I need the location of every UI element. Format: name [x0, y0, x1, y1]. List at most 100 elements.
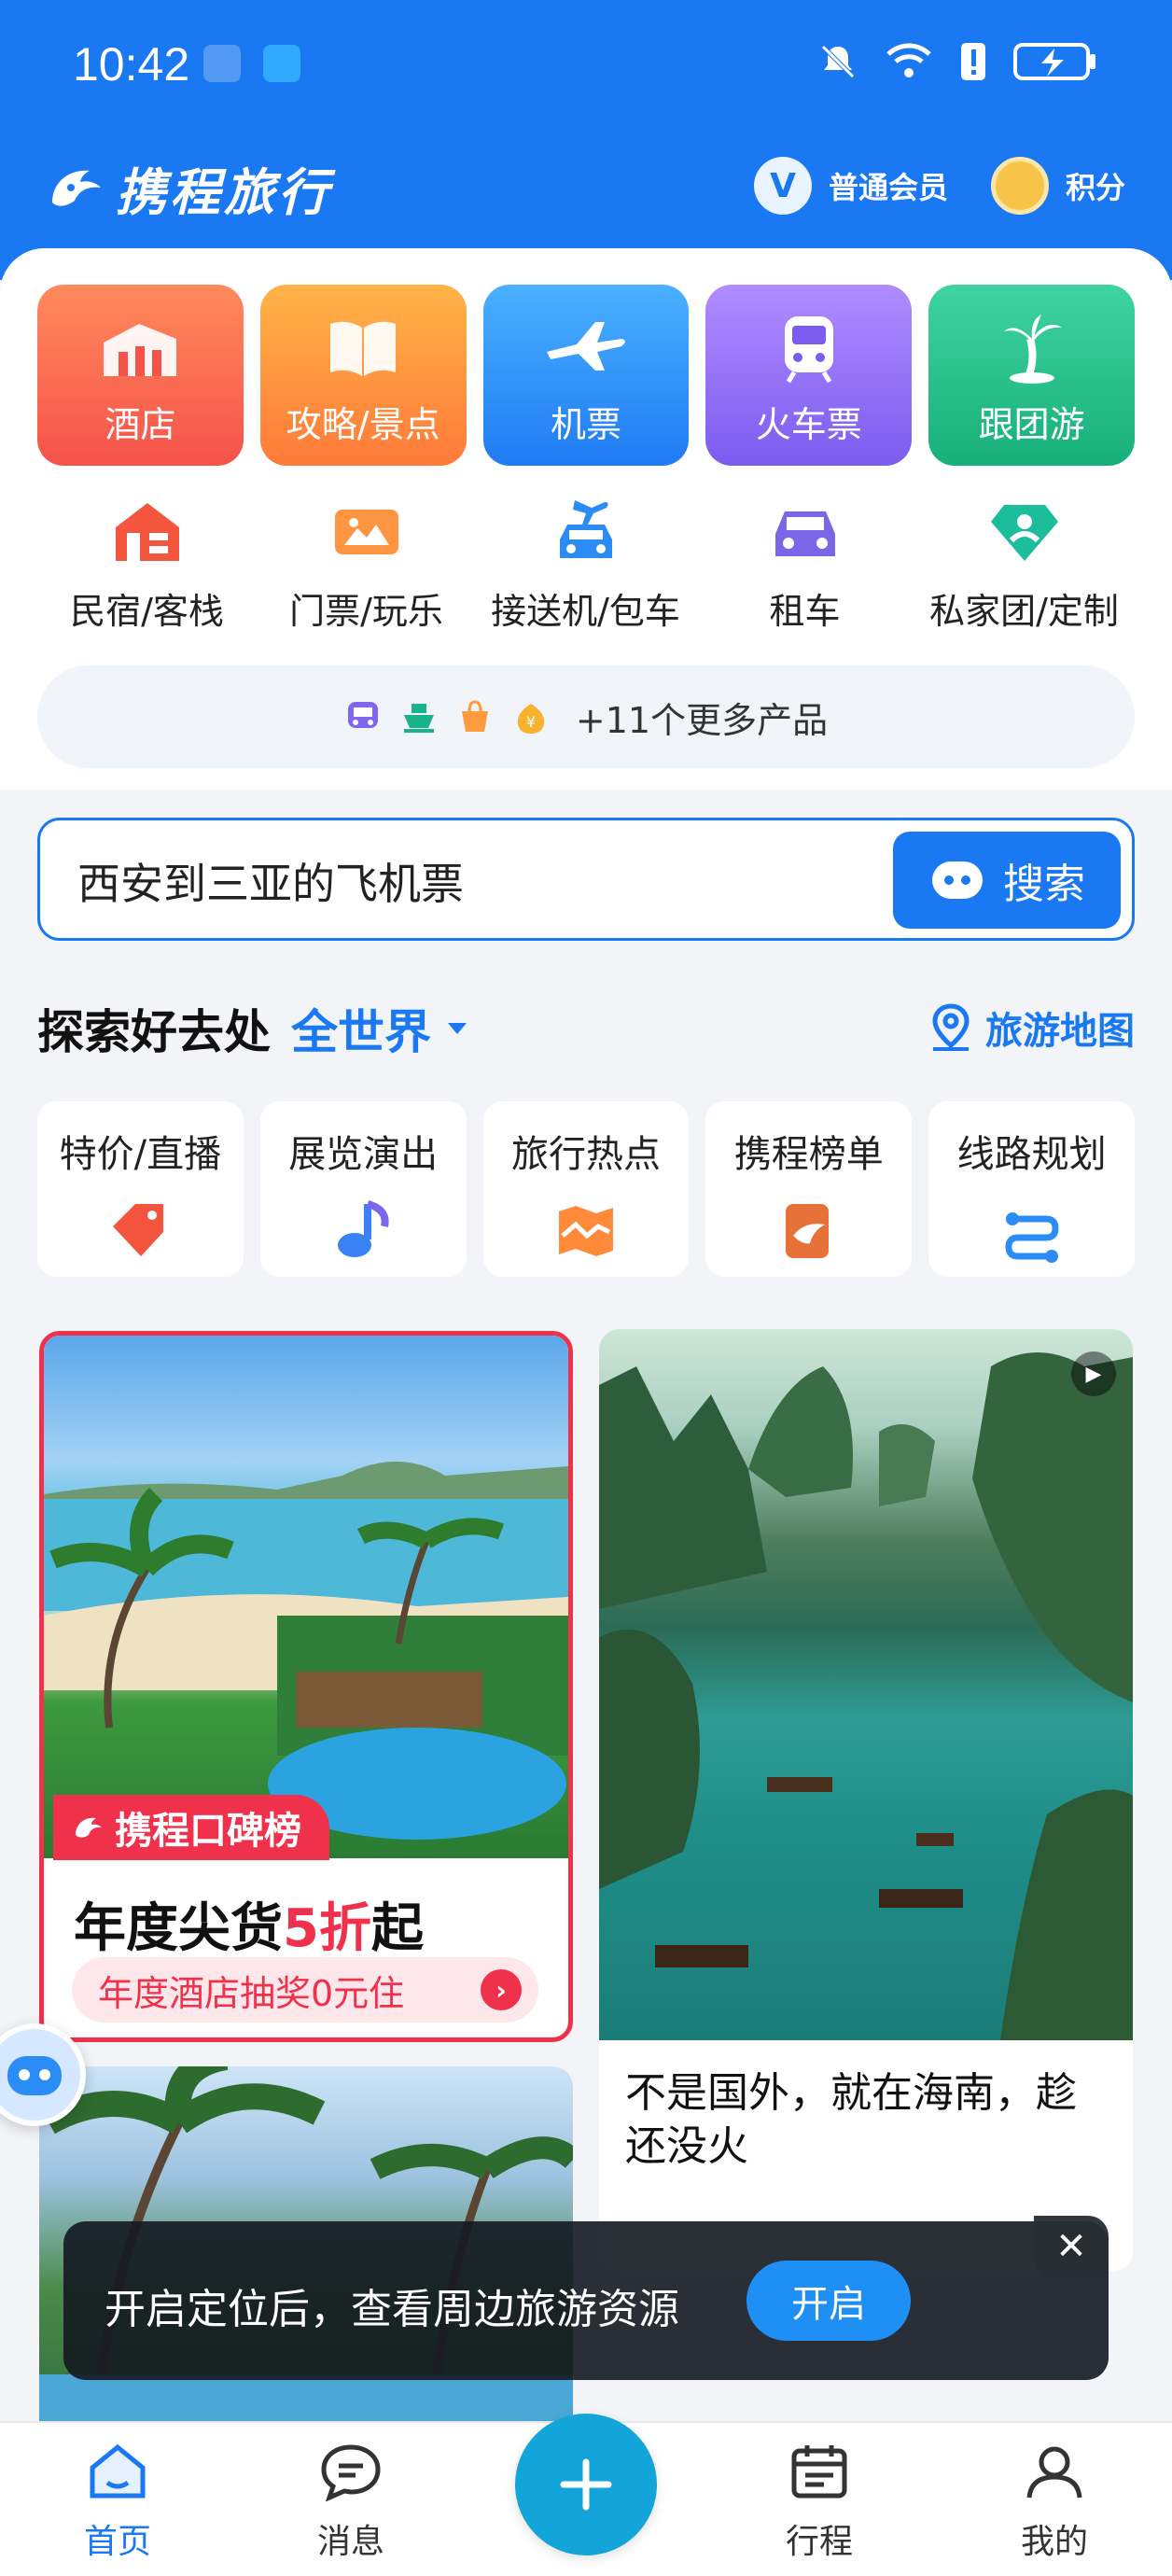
close-icon[interactable]: ✕ [1034, 2216, 1109, 2277]
profile-icon [1026, 2446, 1082, 2499]
travel-map-label: 旅游地图 [985, 1010, 1135, 1053]
car-transfer-icon [559, 500, 612, 558]
category-label: 特价/直播 [59, 1133, 222, 1176]
nav-messages[interactable]: 消息 [286, 2442, 416, 2563]
region-selector[interactable]: 全世界 [291, 995, 468, 1062]
category-label: 线路规划 [956, 1133, 1107, 1176]
ranking-icon [785, 1204, 829, 1258]
tile-guide[interactable]: 攻略/景点 [259, 285, 467, 466]
status-time: 10:42 [73, 38, 190, 91]
dolphin-logo-icon [52, 170, 101, 206]
homestay-icon [115, 503, 179, 561]
nav-itinerary[interactable]: 行程 [754, 2442, 885, 2563]
category-deals[interactable]: 特价/直播 [37, 1101, 244, 1277]
tile-flight[interactable]: 机票 [482, 285, 690, 466]
message-icon [321, 2444, 381, 2502]
search-button-label: 搜索 [1003, 861, 1085, 908]
tile-label: 酒店 [105, 404, 176, 445]
service-homestay[interactable]: 民宿/客栈 [37, 495, 257, 635]
category-rankings[interactable]: 携程榜单 [705, 1101, 913, 1277]
promo-headline: 年度尖货5折起 [74, 1886, 424, 1962]
chevron-right-icon: › [481, 1969, 522, 2010]
service-label: 私家团/定制 [929, 591, 1119, 632]
book-icon [330, 321, 397, 376]
rank-tag-label: 携程口碑榜 [115, 1810, 301, 1853]
cloud-icon [263, 45, 300, 82]
travel-map-link[interactable]: 旅游地图 [928, 1001, 1135, 1055]
category-route-planning[interactable]: 线路规划 [928, 1101, 1135, 1277]
member-level[interactable]: V 普通会员 [754, 157, 948, 215]
search-box: 搜索 [37, 818, 1135, 941]
tile-train[interactable]: 火车票 [705, 285, 913, 466]
halong-bay-image: ▶ [599, 1329, 1133, 2040]
region-label: 全世界 [291, 1005, 431, 1059]
headline-highlight: 5折 [283, 1898, 371, 1959]
service-transfer[interactable]: 接送机/包车 [476, 495, 695, 635]
category-shows[interactable]: 展览演出 [259, 1101, 467, 1277]
content-card-halong[interactable]: ▶ 不是国外，就在海南，趁还没火 [599, 1329, 1133, 2272]
service-custom-tour[interactable]: 私家团/定制 [914, 495, 1134, 635]
nav-profile[interactable]: 我的 [989, 2442, 1120, 2563]
status-bar: 10:42 [0, 0, 1172, 131]
custom-tour-icon [990, 505, 1058, 561]
search-button[interactable]: 搜索 [893, 832, 1121, 929]
brand-name: 携程旅行 [116, 163, 332, 222]
brand-logo[interactable]: 携程旅行 [43, 151, 332, 225]
brand-row: 携程旅行 V 普通会员 积分 [0, 140, 1172, 224]
price-tag-icon [113, 1204, 164, 1256]
bus-icon [344, 698, 382, 735]
service-label: 民宿/客栈 [70, 591, 224, 632]
map-pin-icon [932, 1003, 970, 1051]
member-label: 普通会员 [829, 170, 949, 205]
nav-home[interactable]: 首页 [52, 2442, 183, 2563]
hot-map-icon [558, 1206, 613, 1256]
points-label: 积分 [1066, 170, 1126, 205]
hotel-lottery-pill[interactable]: 年度酒店抽奖0元住 › [72, 1957, 538, 2023]
secondary-services: 民宿/客栈 门票/玩乐 接送机/包车 租车 私家团/定制 [37, 495, 1135, 635]
toast-message: 开启定位后，查看周边旅游资源 [105, 2286, 679, 2333]
bottom-navigation: 首页 消息 行程 我的 [0, 2414, 1172, 2576]
svg-text:¥: ¥ [526, 713, 536, 731]
karst-bay-illustration [599, 1352, 1133, 2040]
usb-icon [203, 45, 241, 82]
caret-down-icon [448, 1023, 467, 1034]
card-title: 不是国外，就在海南，趁还没火 [625, 2069, 1077, 2171]
headline-prefix: 年度尖货 [74, 1898, 283, 1959]
beach-resort-image [44, 1336, 568, 1858]
main-service-tiles: 酒店 攻略/景点 机票 火车票 跟团游 [37, 285, 1135, 466]
location-permission-toast: 开启定位后，查看周边旅游资源 开启 ✕ [63, 2216, 1109, 2380]
tile-group-tour[interactable]: 跟团游 [928, 285, 1135, 466]
nav-label: 我的 [1020, 2523, 1088, 2561]
route-icon [1005, 1212, 1059, 1263]
koubei-rank-tag: 携程口碑榜 [53, 1795, 329, 1860]
robot-assistant-icon [7, 2056, 62, 2095]
enable-location-button[interactable]: 开启 [746, 2261, 911, 2341]
nav-label: 首页 [83, 2523, 151, 2561]
explore-header: 探索好去处 全世界 旅游地图 [37, 989, 1135, 1064]
tile-label: 攻略/景点 [286, 404, 440, 445]
ticket-icon [334, 510, 398, 554]
service-label: 接送机/包车 [491, 591, 680, 632]
video-play-icon: ▶ [1071, 1351, 1116, 1396]
category-label: 携程榜单 [733, 1133, 884, 1176]
dolphin-badge-icon [76, 1817, 102, 1838]
publish-plus-button[interactable] [515, 2414, 657, 2555]
category-hotspots[interactable]: 旅行热点 [482, 1101, 690, 1277]
car-rental-icon [774, 511, 835, 556]
airplane-icon [546, 322, 625, 371]
tile-label: 火车票 [755, 404, 862, 445]
more-products-bar[interactable]: ¥ +11个更多产品 [37, 665, 1135, 768]
mute-icon [821, 45, 855, 78]
search-input[interactable] [77, 856, 843, 906]
tile-hotel[interactable]: 酒店 [37, 285, 244, 466]
alert-icon [961, 43, 985, 80]
promo-card-hotel[interactable]: 携程口碑榜 年度尖货5折起 年度酒店抽奖0元住 › [39, 1331, 573, 2042]
shopping-icon [456, 698, 494, 735]
explore-categories: 特价/直播 展览演出 旅行热点 携程榜单 线路规划 [37, 1101, 1135, 1277]
service-tickets[interactable]: 门票/玩乐 [257, 495, 476, 635]
service-car-rental[interactable]: 租车 [695, 495, 914, 635]
points-entry[interactable]: 积分 [991, 157, 1125, 215]
service-label: 门票/玩乐 [289, 591, 443, 632]
coin-icon [991, 157, 1049, 215]
robot-assistant-icon [932, 861, 983, 899]
